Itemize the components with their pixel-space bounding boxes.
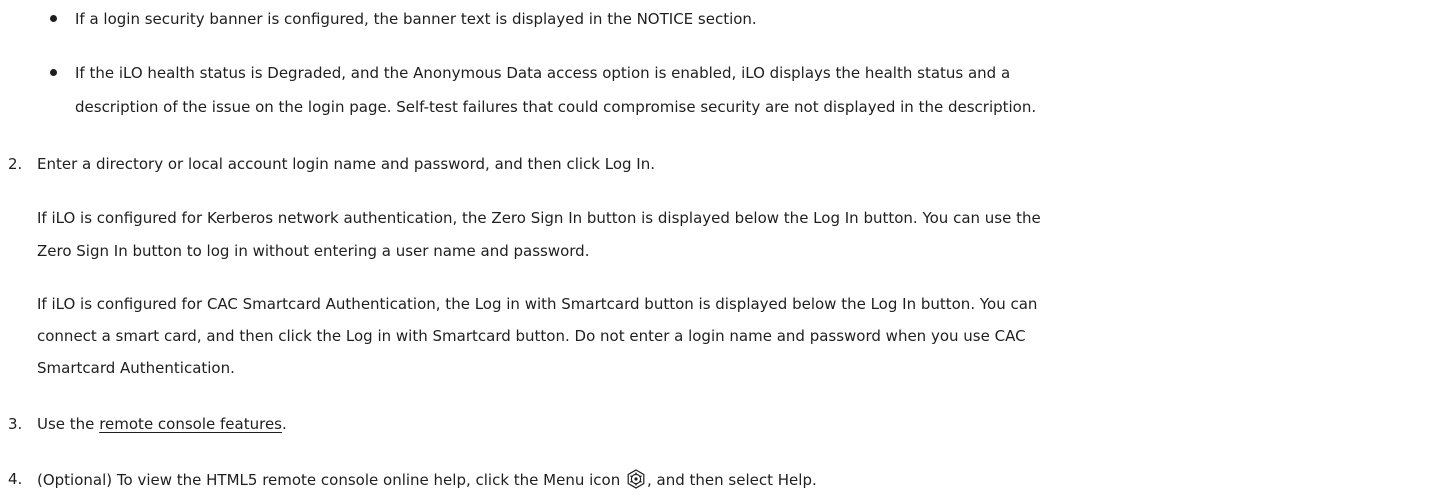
step-4-text: (Optional) To view the HTML5 remote cons… [37, 469, 817, 490]
step-3-prefix: Use the [37, 415, 95, 433]
bullet-item-banner: If a login security banner is configured… [75, 10, 757, 28]
step-3-text: Use the remote console features. [37, 414, 287, 434]
smartcard-para-line-1: If iLO is configured for CAC Smartcard A… [37, 295, 1038, 313]
step-2-text: Enter a directory or local account login… [37, 155, 655, 173]
step-number: 4. [8, 470, 23, 488]
smartcard-para-line-3: Smartcard Authentication. [37, 359, 235, 377]
menu-gear-icon [626, 469, 646, 489]
step-number: 3. [8, 415, 23, 433]
kerberos-para-line-2: Zero Sign In button to log in without en… [37, 242, 590, 260]
step-number: 2. [8, 155, 23, 173]
remote-console-features-link[interactable]: remote console features [99, 415, 282, 433]
bullet-item-health-line-2: description of the issue on the login pa… [75, 98, 1037, 116]
bullet-marker [50, 69, 57, 76]
step-3-suffix: . [282, 415, 287, 433]
bullet-item-health-line-1: If the iLO health status is Degraded, an… [75, 64, 1011, 82]
kerberos-para-line-1: If iLO is configured for Kerberos networ… [37, 209, 1041, 227]
smartcard-para-line-2: connect a smart card, and then click the… [37, 327, 1026, 345]
step-4-suffix: , and then select Help. [647, 471, 817, 489]
step-4-prefix: (Optional) To view the HTML5 remote cons… [37, 471, 621, 489]
bullet-marker [50, 15, 57, 22]
